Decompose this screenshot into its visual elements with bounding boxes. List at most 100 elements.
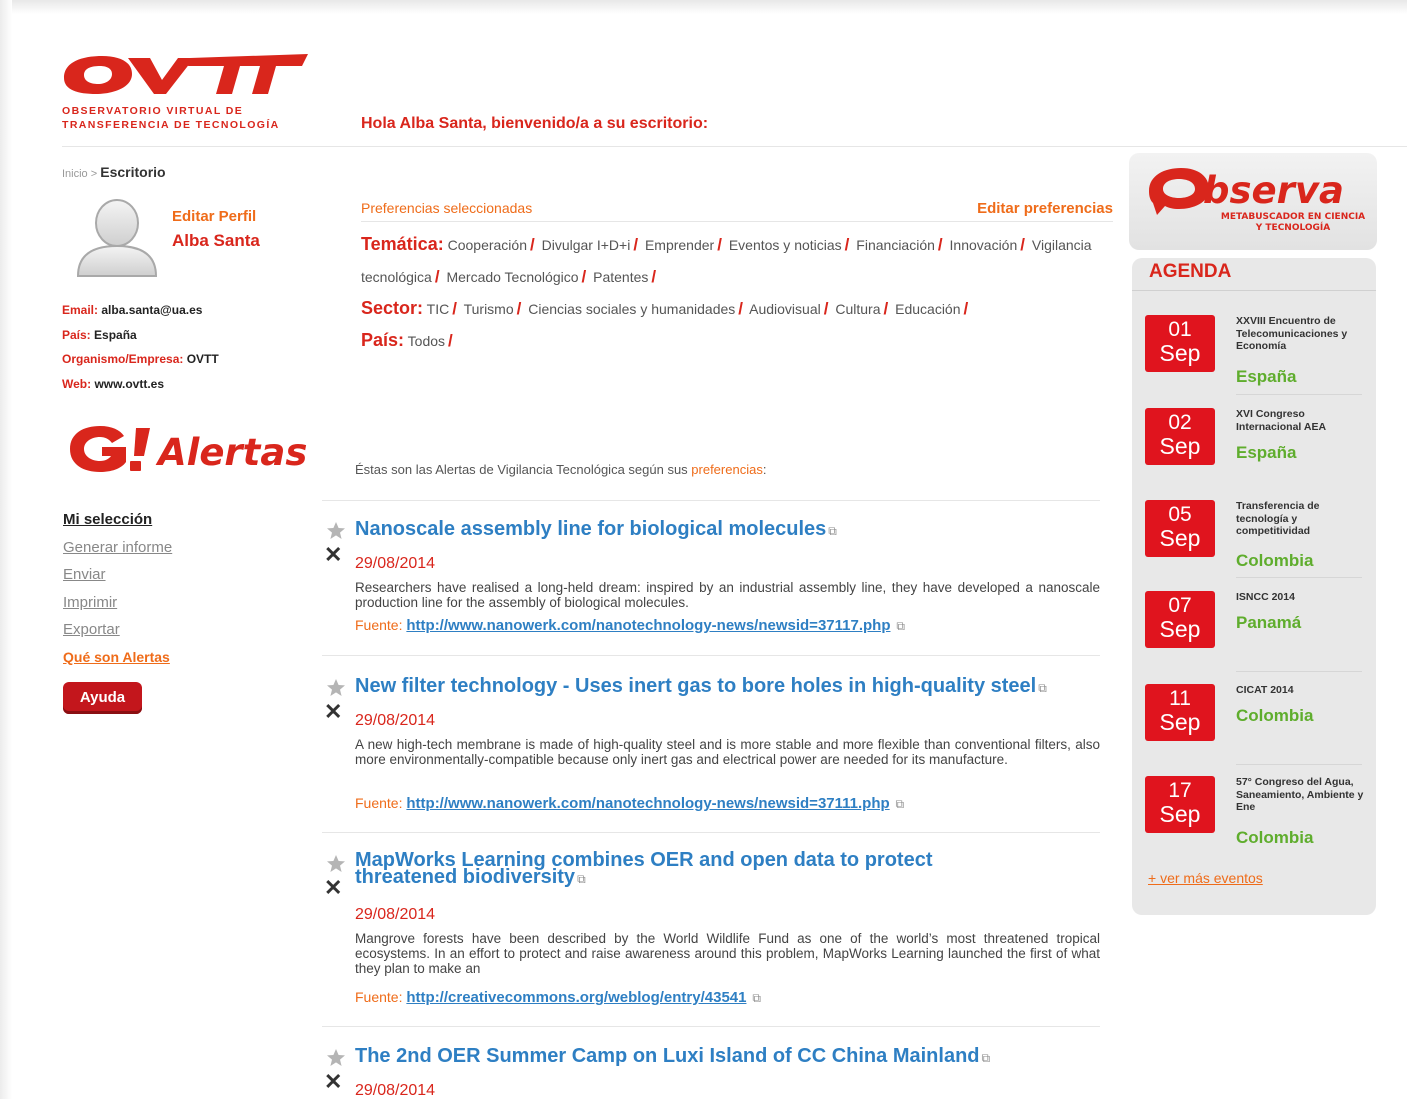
event-month: Sep (1159, 709, 1201, 735)
edit-preferences-link[interactable]: Editar preferencias (900, 200, 1113, 217)
alert-title[interactable]: The 2nd OER Summer Camp on Luxi Island o… (355, 1046, 990, 1068)
star-icon[interactable] (326, 678, 346, 698)
help-button[interactable]: Ayuda (63, 682, 142, 714)
tematica-label: Temática: (361, 234, 444, 254)
alert-item: ✕ New filter technology - Uses inert gas… (322, 676, 1100, 833)
tematica-row: Temática: Cooperación / Divulgar I+D+i / E… (361, 229, 1113, 293)
event-day: 01 (1168, 318, 1192, 341)
event-name[interactable]: ISNCC 2014 (1236, 591, 1364, 604)
alert-title[interactable]: Nanoscale assembly line for biological m… (355, 519, 837, 541)
menu-exportar[interactable]: Exportar (63, 616, 172, 644)
breadcrumb-separator: > (90, 168, 98, 180)
observa-word: bserva (1203, 169, 1344, 212)
source-label: Fuente: (355, 989, 403, 1005)
alert-source: Fuente: http://www.nanowerk.com/nanotech… (355, 795, 904, 812)
external-link-icon: ⧉ (1038, 681, 1047, 695)
event-day: 11 (1169, 687, 1191, 710)
preference-tag: Audiovisual (749, 301, 821, 317)
side-menu: Mi selección Generar informe Enviar Impr… (63, 506, 172, 671)
source-link[interactable]: http://www.nanowerk.com/nanotechnology-n… (406, 795, 889, 812)
alert-title-line2[interactable]: threatened biodiversity (355, 866, 575, 888)
web-label: Web: (62, 376, 92, 391)
menu-imprimir[interactable]: Imprimir (63, 589, 172, 617)
alert-title-text[interactable]: The 2nd OER Summer Camp on Luxi Island o… (355, 1045, 980, 1067)
preference-tag: Financiación (856, 237, 935, 253)
event-name[interactable]: CICAT 2014 (1236, 684, 1364, 697)
alertas-preferences-link[interactable]: preferencias (691, 462, 763, 477)
slash-separator: / (844, 235, 850, 254)
event-name[interactable]: XVI Congreso Internacional AEA (1236, 408, 1364, 433)
web-value: www.ovtt.es (94, 376, 165, 391)
slash-separator: / (633, 235, 639, 254)
preference-tag: Divulgar I+D+i (541, 237, 631, 253)
breadcrumb-current: Escritorio (100, 164, 166, 180)
slash-separator: / (529, 235, 535, 254)
more-events-link[interactable]: + ver más eventos (1148, 870, 1263, 886)
event-country: Colombia (1236, 551, 1314, 570)
logo-subtitle-line1: OBSERVATORIO VIRTUAL DE (62, 105, 244, 117)
close-icon[interactable]: ✕ (324, 701, 342, 723)
preference-tag: Todos (407, 333, 446, 349)
observa-banner[interactable]: bserva METABUSCADOR EN CIENCIA Y TECNOLO… (1129, 153, 1377, 250)
event-divider (1236, 577, 1362, 578)
close-icon[interactable]: ✕ (324, 1071, 342, 1093)
slash-separator: / (452, 299, 457, 318)
edit-profile-link[interactable]: Editar Perfil (172, 208, 256, 225)
star-icon[interactable] (326, 521, 346, 541)
country-label: País: (62, 327, 91, 342)
source-link[interactable]: http://www.nanowerk.com/nanotechnology-n… (406, 617, 890, 634)
event-country: Panamá (1236, 613, 1302, 632)
star-icon[interactable] (326, 854, 346, 874)
alert-title[interactable]: New filter technology - Uses inert gas t… (355, 676, 1047, 698)
svg-text:Alertas: Alertas (155, 431, 307, 474)
event-day: 05 (1168, 503, 1192, 526)
alert-divider (322, 1026, 1100, 1027)
avatar-icon (76, 199, 158, 277)
preference-tag: Cultura (835, 301, 881, 317)
preferences-list: Temática: Cooperación / Divulgar I+D+i / E… (361, 229, 1113, 357)
menu-mi-seleccion[interactable]: Mi selección (63, 506, 172, 534)
agenda-panel: AGENDA 01 Sep XXVIII Encuentro de Telecom… (1132, 258, 1376, 915)
event-name[interactable]: XXVIII Encuentro de Telecomunicaciones y… (1236, 315, 1364, 353)
alert-date: 29/08/2014 (355, 906, 436, 923)
sector-label: Sector: (361, 298, 424, 318)
event-name[interactable]: Transferencia de tecnología y competitiv… (1236, 500, 1364, 538)
source-link[interactable]: http://creativecommons.org/weblog/entry/… (406, 989, 746, 1006)
alertas-divider (322, 500, 1100, 501)
external-link-icon: ⧉ (752, 991, 761, 1005)
alert-title[interactable]: MapWorks Learning combines OER and open … (355, 850, 932, 888)
alert-item: ✕ MapWorks Learning combines OER and ope… (322, 850, 1100, 1027)
menu-generar-informe[interactable]: Generar informe (63, 534, 172, 562)
preference-tag: Ciencias sociales y humanidades (528, 301, 736, 317)
close-icon[interactable]: ✕ (324, 877, 342, 899)
preference-tag: Educación (895, 301, 961, 317)
event-day: 07 (1168, 594, 1192, 617)
slash-separator: / (738, 299, 743, 318)
event-country: España (1236, 443, 1297, 462)
external-link-icon: ⧉ (577, 872, 586, 886)
alertas-logo: Alertas (70, 426, 307, 474)
profile-org-row: Organismo/Empresa: OVTT (62, 347, 219, 372)
email-label: Email: (62, 303, 99, 317)
logo-subtitle: OBSERVATORIO VIRTUAL DE TRANSFERENCIA DE… (62, 104, 280, 132)
welcome-message: Hola Alba Santa, bienvenido/a a su escri… (361, 115, 709, 132)
slash-separator: / (651, 267, 657, 286)
close-icon[interactable]: ✕ (324, 544, 342, 566)
alert-title-text[interactable]: Nanoscale assembly line for biological m… (355, 518, 826, 540)
menu-que-son-alertas[interactable]: Qué son Alertas (63, 644, 172, 672)
window-left-shadow (0, 0, 12, 1099)
event-name[interactable]: 57° Congreso del Agua, Saneamiento, Ambi… (1236, 776, 1364, 814)
pais-row: País: Todos / (361, 325, 1113, 357)
star-icon[interactable] (326, 1048, 346, 1068)
preference-tag: Innovación (949, 237, 1018, 253)
preferences-divider (361, 221, 1113, 222)
preference-tag: Mercado Tecnológico (446, 269, 579, 285)
breadcrumb-home[interactable]: Inicio (62, 168, 88, 180)
alert-date: 29/08/2014 (355, 712, 436, 729)
event-divider (1236, 671, 1362, 672)
profile-web-row: Web: www.ovtt.es (62, 372, 219, 397)
external-link-icon: ⧉ (895, 797, 905, 811)
alert-title-text[interactable]: New filter technology - Uses inert gas t… (355, 675, 1036, 697)
menu-enviar[interactable]: Enviar (63, 561, 172, 589)
preference-tag: Emprender (644, 237, 715, 253)
